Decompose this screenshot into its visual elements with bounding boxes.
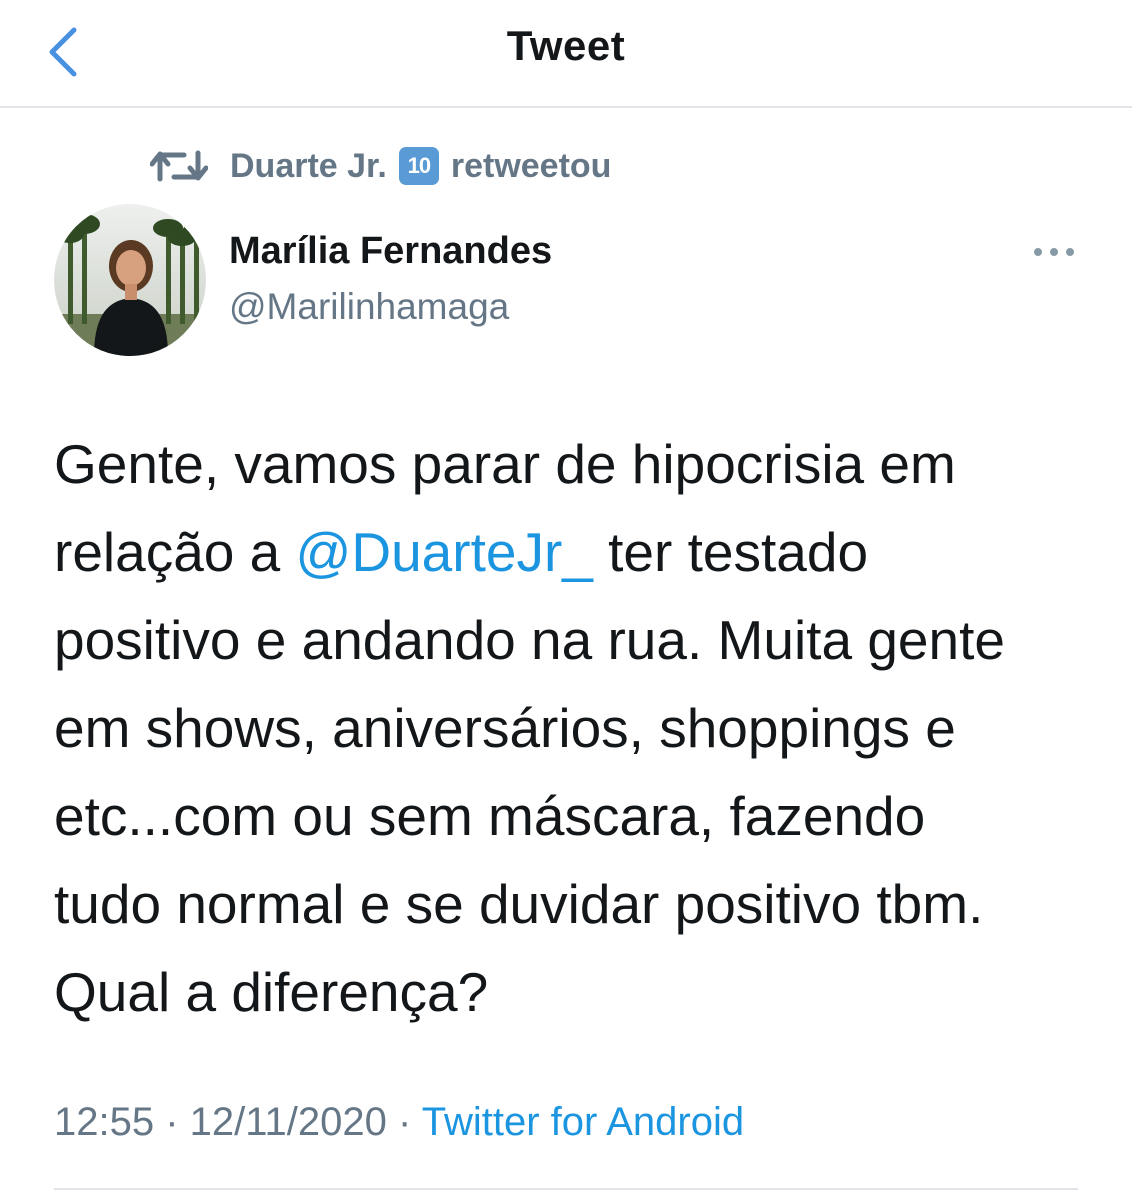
tweet-line: positivo e andando na rua. Muita gente (54, 609, 1005, 671)
retweet-context: Duarte Jr. 10 retweetou (150, 140, 611, 192)
more-horizontal-icon (1034, 248, 1074, 256)
retweet-label: retweetou (450, 146, 612, 185)
keycap-ten-emoji: 10 (398, 147, 439, 185)
divider (54, 1188, 1078, 1190)
more-options-button[interactable] (1030, 238, 1078, 266)
tweet-line: em shows, aniversários, shoppings e (54, 697, 956, 759)
tweet-time: 12:55 (54, 1100, 155, 1144)
tweet-text-segment: ter testado (592, 521, 869, 583)
tweet-line: etc...com ou sem máscara, fazendo (54, 785, 926, 847)
tweet-line: relação a @DuarteJr_ ter testado (54, 508, 1114, 596)
tweet-text-segment: relação a (54, 521, 296, 583)
page-title: Tweet (506, 22, 626, 69)
separator: · (386, 1100, 422, 1144)
retweeter-name[interactable]: Duarte Jr. (230, 147, 387, 186)
avatar[interactable] (54, 204, 206, 356)
tweet-date: 12/11/2020 (189, 1100, 387, 1144)
retweet-icon (150, 150, 208, 182)
tweet-line: Gente, vamos parar de hipocrisia em (54, 433, 956, 495)
tweet-line: Qual a diferença? (54, 961, 489, 1023)
tweet-metadata: 12:55 · 12/11/2020 · Twitter for Android (54, 1100, 744, 1145)
source-link[interactable]: Twitter for Android (422, 1100, 744, 1144)
separator: · (154, 1100, 190, 1144)
avatar-photo (54, 204, 206, 356)
tweet-text: Gente, vamos parar de hipocrisia em rela… (54, 420, 1114, 1036)
author-name[interactable]: Marília Fernandes (229, 230, 552, 273)
tweet-line: tudo normal e se duvidar positivo tbm. (54, 873, 984, 935)
author-handle[interactable]: @Marilinhamaga (229, 286, 509, 328)
navigation-bar: Tweet (0, 0, 1132, 108)
mention-link[interactable]: @DuarteJr_ (296, 521, 593, 583)
